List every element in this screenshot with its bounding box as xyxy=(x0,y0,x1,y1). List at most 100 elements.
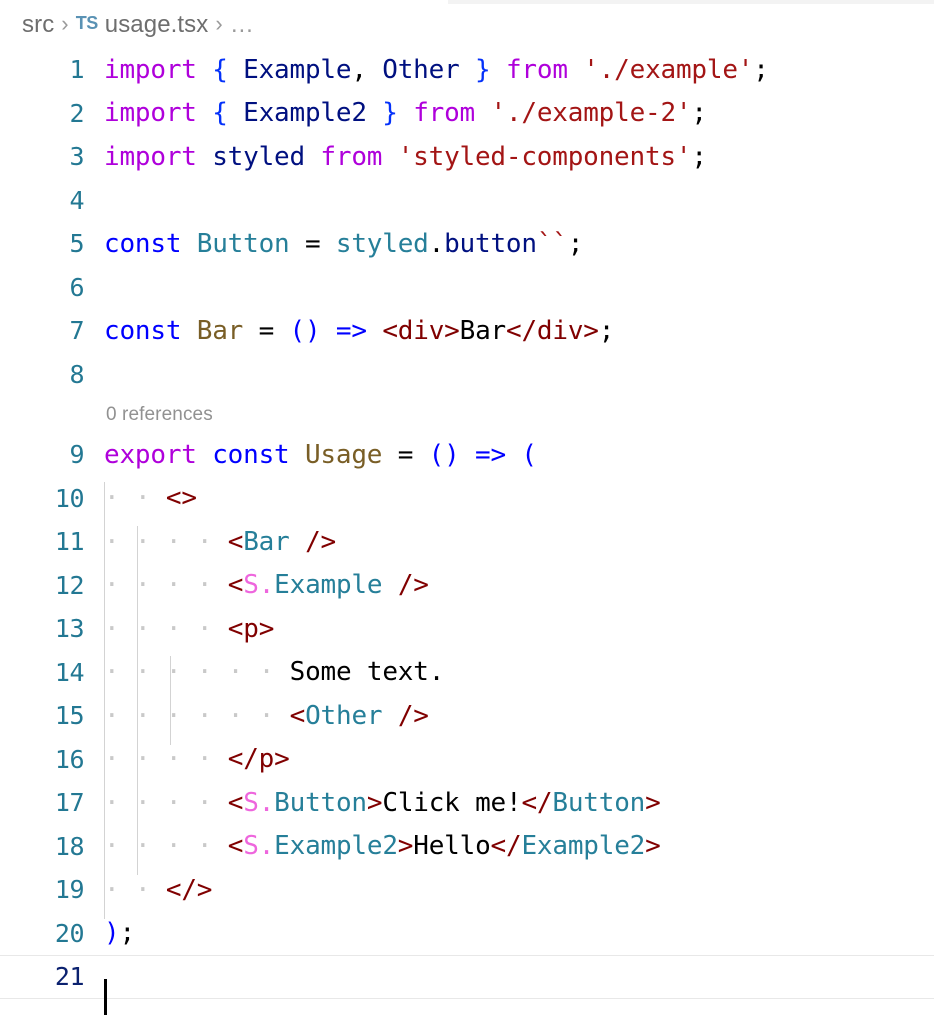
line-number[interactable]: 2 xyxy=(0,99,104,128)
whitespace-dot: · xyxy=(134,526,151,557)
code-line[interactable]: 17 · · · · <S.Button>Click me!</Button> xyxy=(0,781,934,832)
code-line[interactable]: 16 · · · · </p> xyxy=(0,738,934,789)
whitespace-dot: · xyxy=(165,744,182,775)
code-line[interactable]: 8 xyxy=(0,353,934,397)
line-number[interactable]: 13 xyxy=(0,614,104,643)
codelens-references-link[interactable]: 0 references xyxy=(104,404,934,426)
token-identifier: Example xyxy=(243,54,352,85)
text-cursor xyxy=(104,978,107,1015)
line-number[interactable]: 9 xyxy=(0,440,104,469)
token-jsx-bracket: </ xyxy=(490,831,522,862)
code-editor[interactable]: 1 import { Example, Other } from './exam… xyxy=(0,48,934,1024)
code-line[interactable]: 6 xyxy=(0,266,934,310)
breadcrumb[interactable]: src › TS usage.tsx › … xyxy=(0,5,934,45)
code-line[interactable]: 18 · · · · <S.Example2>Hello</Example2> xyxy=(0,825,934,876)
token-keyword: const xyxy=(104,315,182,346)
line-number[interactable]: 17 xyxy=(0,788,104,817)
whitespace-dot: · xyxy=(134,874,151,905)
whitespace-dot: · xyxy=(104,483,120,514)
line-number[interactable]: 14 xyxy=(0,658,104,687)
whitespace-dot: · xyxy=(196,787,213,818)
token-semicolon: ; xyxy=(598,315,615,346)
line-number[interactable]: 5 xyxy=(0,229,104,258)
line-content[interactable]: · · </> xyxy=(104,873,934,919)
line-number[interactable]: 15 xyxy=(0,701,104,730)
whitespace-dot: · xyxy=(196,570,213,601)
breadcrumb-file[interactable]: usage.tsx xyxy=(105,11,209,39)
whitespace-dot: · xyxy=(227,700,244,731)
token-jsx-fragment-open: <> xyxy=(165,483,197,514)
code-line[interactable]: 5 const Button = styled.button``; xyxy=(0,222,934,266)
horizontal-scrollbar[interactable] xyxy=(448,0,934,4)
line-content[interactable]: import styled from 'styled-components'; xyxy=(104,142,934,172)
line-number[interactable]: 3 xyxy=(0,142,104,171)
breadcrumb-overflow[interactable]: … xyxy=(230,11,254,39)
token-identifier: Example2 xyxy=(243,98,367,129)
code-line[interactable]: 1 import { Example, Other } from './exam… xyxy=(0,48,934,92)
line-number[interactable]: 4 xyxy=(0,186,104,215)
line-number[interactable]: 6 xyxy=(0,273,104,302)
code-line[interactable]: 12 · · · · <S.Example /> xyxy=(0,564,934,615)
token-keyword: import xyxy=(104,98,197,129)
token-property: button xyxy=(444,228,537,259)
line-content[interactable]: · · · · · · <Other /> xyxy=(104,699,934,745)
whitespace-dot: · xyxy=(134,744,151,775)
code-line[interactable]: 20 ); xyxy=(0,912,934,956)
token-dot: . xyxy=(258,787,275,818)
line-content[interactable]: ); xyxy=(104,918,934,948)
line-content[interactable]: · · <> xyxy=(104,482,934,528)
code-line[interactable]: 11 · · · · <Bar /> xyxy=(0,520,934,571)
code-line[interactable]: 19 · · </> xyxy=(0,868,934,919)
token-jsx-tagname: div xyxy=(397,315,445,346)
line-number[interactable]: 11 xyxy=(0,527,104,556)
whitespace-dot: · xyxy=(196,744,213,775)
code-line-active[interactable]: 21 xyxy=(0,955,934,1015)
token-string: 'styled-components' xyxy=(397,141,692,172)
line-content[interactable]: const Bar = () => <div>Bar</div>; xyxy=(104,316,934,346)
token-jsx-component: Button xyxy=(274,787,367,818)
line-number[interactable]: 10 xyxy=(0,484,104,513)
code-line[interactable]: 4 xyxy=(0,179,934,223)
line-content[interactable]: export const Usage = () => ( xyxy=(104,440,934,470)
line-content[interactable]: import { Example2 } from './example-2'; xyxy=(104,98,934,128)
token-semicolon: ; xyxy=(691,141,707,172)
line-content[interactable]: · · · · · · Some text. xyxy=(104,656,934,702)
line-content[interactable]: · · · · <S.Example2>Hello</Example2> xyxy=(104,830,934,876)
whitespace-dot: · xyxy=(227,657,244,688)
line-content[interactable]: · · · · <Bar /> xyxy=(104,525,934,571)
line-content[interactable]: · · · · <p> xyxy=(104,612,934,658)
line-number[interactable]: 1 xyxy=(0,55,104,84)
token-identifier: Other xyxy=(382,54,460,85)
whitespace-dot: · xyxy=(196,700,213,731)
line-number[interactable]: 16 xyxy=(0,745,104,774)
line-number[interactable]: 18 xyxy=(0,832,104,861)
breadcrumb-folder[interactable]: src xyxy=(22,11,54,39)
line-content[interactable]: · · · · <S.Button>Click me!</Button> xyxy=(104,786,934,832)
token-jsx-selfclose: /> xyxy=(397,570,429,601)
chevron-right-icon: › xyxy=(61,11,69,36)
code-line[interactable]: 7 const Bar = () => <div>Bar</div>; xyxy=(0,309,934,353)
line-number[interactable]: 20 xyxy=(0,919,104,948)
line-content[interactable]: import { Example, Other } from './exampl… xyxy=(104,55,934,85)
line-number[interactable]: 12 xyxy=(0,571,104,600)
code-line[interactable]: 3 import styled from 'styled-components'… xyxy=(0,135,934,179)
code-line[interactable]: 13 · · · · <p> xyxy=(0,607,934,658)
code-line[interactable]: 2 import { Example2 } from './example-2'… xyxy=(0,92,934,136)
token-jsx-tagname: div xyxy=(536,315,584,346)
line-number[interactable]: 8 xyxy=(0,360,104,389)
code-line[interactable]: 15 · · · · · · <Other /> xyxy=(0,694,934,745)
token-string: './example-2' xyxy=(490,98,692,129)
line-content[interactable]: · · · · <S.Example /> xyxy=(104,569,934,615)
token-identifier: styled xyxy=(335,228,429,259)
code-line[interactable]: 9 export const Usage = () => ( xyxy=(0,433,934,477)
token-dot: . xyxy=(258,831,275,862)
code-line[interactable]: 10 · · <> xyxy=(0,477,934,528)
line-content[interactable]: const Button = styled.button``; xyxy=(104,229,934,259)
code-line[interactable]: 14 · · · · · · Some text. xyxy=(0,651,934,702)
line-number[interactable]: 7 xyxy=(0,316,104,345)
whitespace-dot: · xyxy=(104,831,120,862)
line-content[interactable]: · · · · </p> xyxy=(104,743,934,789)
line-number[interactable]: 19 xyxy=(0,875,104,904)
whitespace-dot: · xyxy=(165,657,182,688)
line-number-active[interactable]: 21 xyxy=(0,962,104,991)
